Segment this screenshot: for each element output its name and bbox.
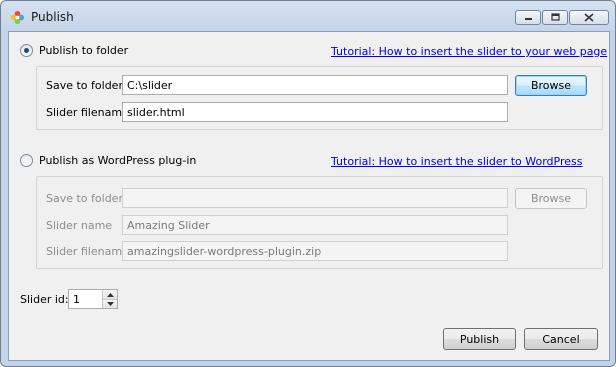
dialog-body: Publish to folder Tutorial: How to inser… (8, 31, 610, 361)
arrow-down-icon (106, 302, 114, 306)
minimize-button[interactable] (515, 10, 541, 25)
radio-checked-icon (20, 44, 33, 57)
window-controls (514, 10, 609, 25)
cancel-button[interactable]: Cancel (524, 328, 598, 350)
minimize-icon (524, 18, 532, 20)
wp-slider-name-input[interactable]: Amazing Slider (122, 215, 508, 235)
flower-icon (10, 10, 25, 25)
slider-id-spinner[interactable]: 1 (68, 289, 118, 309)
publish-button[interactable]: Publish (443, 328, 516, 350)
folder-settings-group: Save to folder C:\slider Browse Slider f… (36, 66, 603, 130)
wp-slider-filename-input[interactable]: amazingslider-wordpress-plugin.zip (122, 241, 508, 261)
save-folder-input[interactable]: C:\slider (122, 75, 508, 95)
wordpress-settings-group: Save to folder Browse Slider name Amazin… (36, 176, 603, 269)
publish-to-folder-label: Publish to folder (39, 44, 129, 57)
save-folder-label: Save to folder (46, 79, 123, 92)
wp-browse-button[interactable]: Browse (515, 188, 587, 209)
title-bar[interactable]: Publish (1, 1, 615, 31)
maximize-icon (550, 13, 560, 21)
spin-down-button[interactable] (103, 299, 117, 308)
wp-slider-name-label: Slider name (46, 219, 113, 232)
slider-id-value[interactable]: 1 (73, 293, 80, 306)
slider-filename-input[interactable]: slider.html (122, 102, 508, 122)
close-icon (584, 13, 594, 22)
spin-up-button[interactable] (103, 290, 117, 299)
window-title: Publish (31, 10, 74, 24)
close-button[interactable] (569, 10, 609, 25)
radio-unchecked-icon (20, 154, 33, 167)
publish-wordpress-label: Publish as WordPress plug-in (39, 154, 197, 167)
publish-window: Publish Publish to folder Tutorial: How … (0, 0, 616, 367)
browse-button[interactable]: Browse (515, 75, 587, 96)
wp-save-folder-input[interactable] (122, 188, 508, 208)
wp-slider-filename-label: Slider filename (46, 245, 129, 258)
slider-filename-label: Slider filename (46, 106, 129, 119)
tutorial-wordpress-link[interactable]: Tutorial: How to insert the slider to Wo… (331, 155, 582, 168)
arrow-up-icon (106, 292, 114, 297)
publish-to-folder-radio[interactable]: Publish to folder (20, 44, 128, 57)
wp-save-folder-label: Save to folder (46, 192, 123, 205)
spinner-buttons (102, 290, 117, 308)
tutorial-web-page-link[interactable]: Tutorial: How to insert the slider to yo… (331, 45, 607, 58)
slider-id-label: Slider id: (20, 293, 69, 306)
publish-wordpress-radio[interactable]: Publish as WordPress plug-in (20, 154, 196, 167)
maximize-button[interactable] (542, 10, 568, 25)
